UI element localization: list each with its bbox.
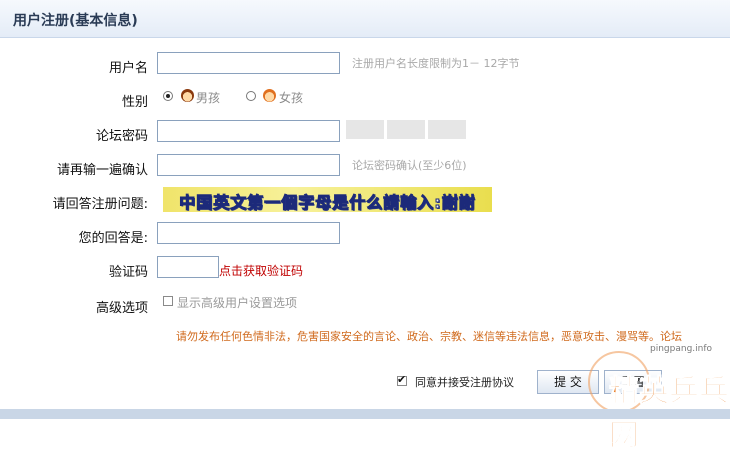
- answer-input[interactable]: [157, 222, 340, 244]
- confirm-hint: 论坛密码确认(至少6位): [352, 159, 467, 172]
- question-image-text: 中国英文第一個字母是什么請輸入:謝謝: [179, 193, 476, 213]
- girl-face-icon: [263, 89, 276, 102]
- captcha-input[interactable]: [157, 256, 219, 278]
- question-label: 请回答注册问题:: [52, 197, 148, 212]
- form-header: 用户注册(基本信息): [0, 0, 730, 38]
- page-title: 用户注册(基本信息): [13, 13, 138, 29]
- agree-terms-checkbox[interactable]: [397, 373, 407, 386]
- get-captcha-link[interactable]: 点击获取验证码: [219, 262, 303, 279]
- agree-terms-label: 同意并接受注册协议: [415, 376, 514, 389]
- advanced-options-label: 显示高级用户设置选项: [177, 296, 298, 310]
- boy-face-icon: [181, 89, 194, 102]
- site-watermark: pingpang.info 精英乒乓网: [583, 322, 730, 454]
- gender-label: 性别: [121, 95, 148, 110]
- password-strength-weak: [346, 120, 384, 139]
- password-strength-medium: [387, 120, 425, 139]
- confirm-label: 请再输一遍确认: [56, 163, 148, 178]
- password-label: 论坛密码: [95, 129, 148, 144]
- username-label: 用户名: [108, 61, 148, 76]
- gender-radio-boy[interactable]: [163, 91, 173, 101]
- gender-radio-girl[interactable]: [246, 91, 256, 101]
- username-hint: 注册用户名长度限制为1－ 12字节: [352, 57, 520, 70]
- gender-label-girl: 女孩: [279, 91, 304, 105]
- gender-label-boy: 男孩: [196, 91, 221, 105]
- captcha-label: 验证码: [108, 265, 148, 280]
- confirm-password-input[interactable]: [157, 154, 340, 176]
- password-strength-strong: [428, 120, 466, 139]
- bottom-bar: [0, 409, 730, 419]
- answer-label: 您的回答是:: [78, 231, 148, 246]
- advanced-options-checkbox[interactable]: [163, 296, 173, 306]
- password-input[interactable]: [157, 120, 340, 142]
- username-input[interactable]: [157, 52, 340, 74]
- question-image: 中国英文第一個字母是什么請輸入:謝謝: [163, 187, 492, 213]
- watermark-url: pingpang.info: [650, 344, 713, 354]
- advanced-label: 高级选项: [95, 301, 148, 316]
